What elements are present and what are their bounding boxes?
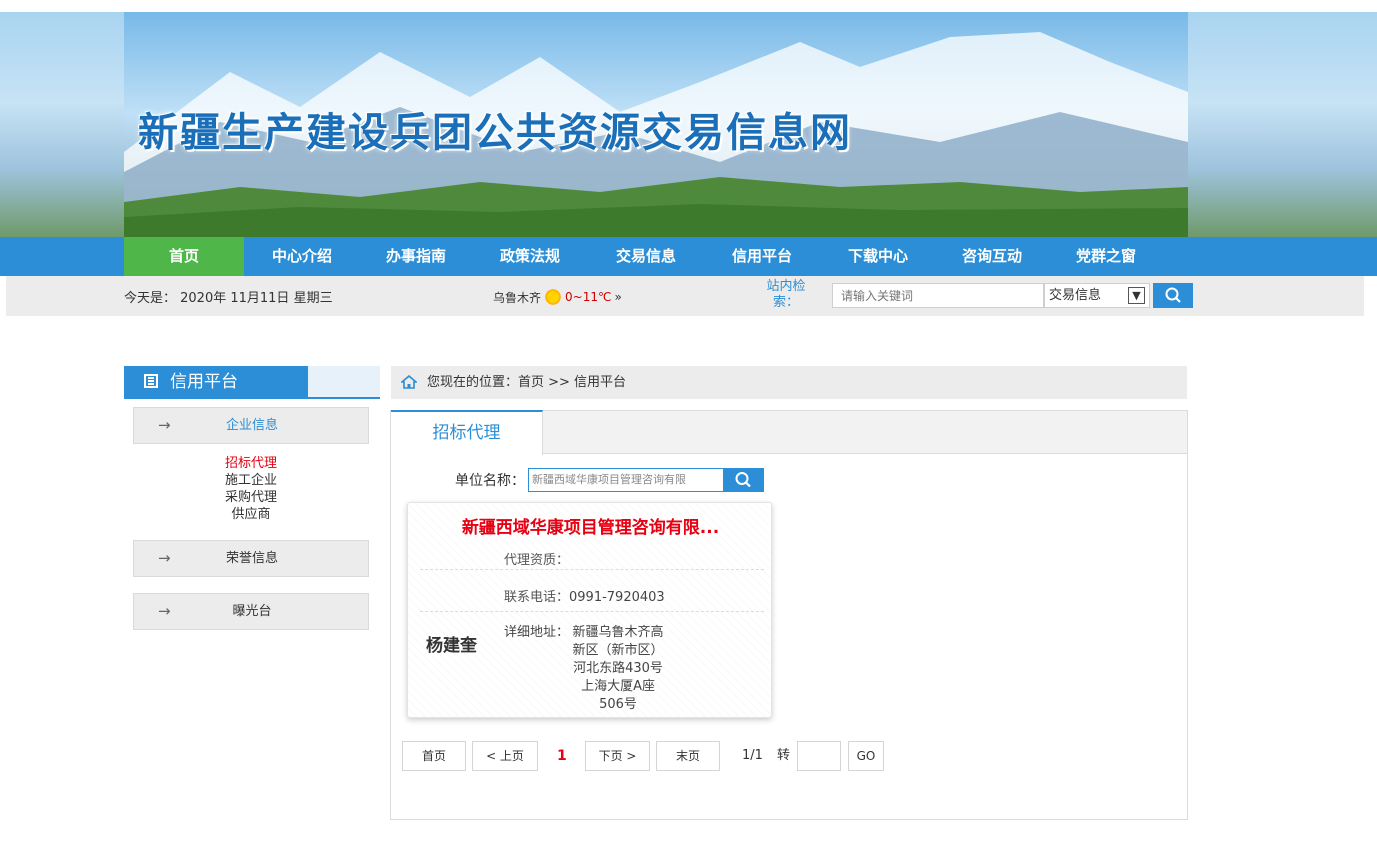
- contact-person: 杨建奎: [426, 636, 477, 656]
- unit-search-button[interactable]: [723, 468, 764, 492]
- page-current: 1: [557, 748, 567, 764]
- sidebar-item-label: 荣誉信息: [225, 551, 278, 566]
- page-last-button[interactable]: 末页: [656, 741, 720, 771]
- nav-consult[interactable]: 咨询互动: [936, 237, 1048, 276]
- nav-download[interactable]: 下载中心: [820, 237, 936, 276]
- site-search-button[interactable]: [1153, 283, 1193, 308]
- address-row: 详细地址： 新疆乌鲁木齐高新区（新市区）河北东路430号上海大厦A座506号: [504, 624, 667, 714]
- header-banner: 新疆生产建设兵团公共资源交易信息网: [0, 12, 1377, 237]
- sidebar-item-label: 曝光台: [232, 604, 272, 619]
- weather-more-icon[interactable]: »: [614, 290, 621, 304]
- qualification-row: 代理资质：: [504, 552, 569, 570]
- weather-widget[interactable]: 乌鲁木齐 0~11℃ »: [493, 288, 622, 306]
- tab-bidding-agent[interactable]: 招标代理: [391, 410, 543, 455]
- info-bar: 今天是： 2020年 11月11日 星期三 乌鲁木齐 0~11℃ » 站内检索：…: [6, 276, 1364, 316]
- page-prev-button[interactable]: < 上页: [472, 741, 538, 771]
- main-navigation: 首页 中心介绍 办事指南 政策法规 交易信息 信用平台 下载中心 咨询互动 党群…: [0, 237, 1377, 276]
- site-search-input[interactable]: [832, 283, 1044, 308]
- nav-policy[interactable]: 政策法规: [472, 237, 588, 276]
- search-scope-value: 交易信息: [1049, 288, 1102, 303]
- goto-page-input[interactable]: [797, 741, 841, 771]
- site-title: 新疆生产建设兵团公共资源交易信息网: [138, 110, 852, 156]
- search-label: 站内检索：: [766, 279, 806, 310]
- nav-trade-info[interactable]: 交易信息: [588, 237, 704, 276]
- unit-name-input[interactable]: 新疆西域华康项目管理咨询有限: [528, 468, 724, 492]
- goto-button[interactable]: GO: [848, 741, 884, 771]
- page-info: 1/1: [742, 748, 763, 763]
- page-next-button[interactable]: 下页 >: [585, 741, 650, 771]
- sidebar-item-honor-info[interactable]: → 荣誉信息: [133, 540, 369, 577]
- breadcrumb: 您现在的位置：首页 >> 信用平台: [391, 366, 1187, 399]
- divider: [420, 569, 764, 570]
- sidebar-title-text: 信用平台: [170, 372, 238, 392]
- nav-home[interactable]: 首页: [124, 237, 244, 276]
- sidebar-subitem-construction[interactable]: 施工企业: [133, 473, 369, 488]
- qualification-label: 代理资质：: [504, 553, 570, 568]
- nav-credit-platform[interactable]: 信用平台: [704, 237, 820, 276]
- sidebar-item-label: 企业信息: [225, 418, 278, 433]
- current-date: 今天是： 2020年 11月11日 星期三: [124, 291, 333, 306]
- sidebar-subitem-procurement-agent[interactable]: 采购代理: [133, 490, 369, 505]
- sidebar-title: 信用平台: [124, 366, 308, 399]
- company-card[interactable]: 新疆西域华康项目管理咨询有限... 代理资质： 联系电话：0991-792040…: [407, 502, 772, 718]
- breadcrumb-text[interactable]: 您现在的位置：首页 >> 信用平台: [427, 375, 626, 390]
- weather-city: 乌鲁木齐: [493, 290, 542, 305]
- phone-value: 0991-7920403: [569, 590, 665, 605]
- unit-name-label: 单位名称：: [455, 473, 525, 489]
- home-icon: [401, 375, 417, 389]
- search-icon: [1165, 287, 1181, 303]
- company-name[interactable]: 新疆西域华康项目管理咨询有限...: [408, 513, 773, 538]
- phone-row: 联系电话：0991-7920403: [504, 589, 665, 607]
- sidebar-item-exposure[interactable]: → 曝光台: [133, 593, 369, 630]
- search-icon: [735, 472, 751, 488]
- goto-label: 转: [777, 748, 791, 763]
- nav-party[interactable]: 党群之窗: [1048, 237, 1164, 276]
- search-scope-select[interactable]: 交易信息 ▼: [1044, 283, 1150, 308]
- sidebar-item-enterprise-info[interactable]: → 企业信息: [133, 407, 369, 444]
- menu-list-icon: [144, 374, 158, 388]
- sun-icon: [544, 288, 563, 306]
- weather-temperature: 0~11℃: [565, 290, 612, 304]
- sidebar-subitem-supplier[interactable]: 供应商: [133, 507, 369, 522]
- address-label: 详细地址：: [504, 625, 570, 640]
- phone-label: 联系电话：: [504, 590, 570, 605]
- chevron-down-icon[interactable]: ▼: [1128, 287, 1145, 304]
- nav-service-guide[interactable]: 办事指南: [360, 237, 472, 276]
- address-value: 新疆乌鲁木齐高新区（新市区）河北东路430号上海大厦A座506号: [572, 625, 664, 712]
- nav-center-intro[interactable]: 中心介绍: [244, 237, 360, 276]
- divider: [420, 611, 764, 612]
- sidebar-subitem-bidding-agent[interactable]: 招标代理: [133, 456, 369, 471]
- page-first-button[interactable]: 首页: [402, 741, 466, 771]
- sidebar-title-tail: [308, 366, 380, 399]
